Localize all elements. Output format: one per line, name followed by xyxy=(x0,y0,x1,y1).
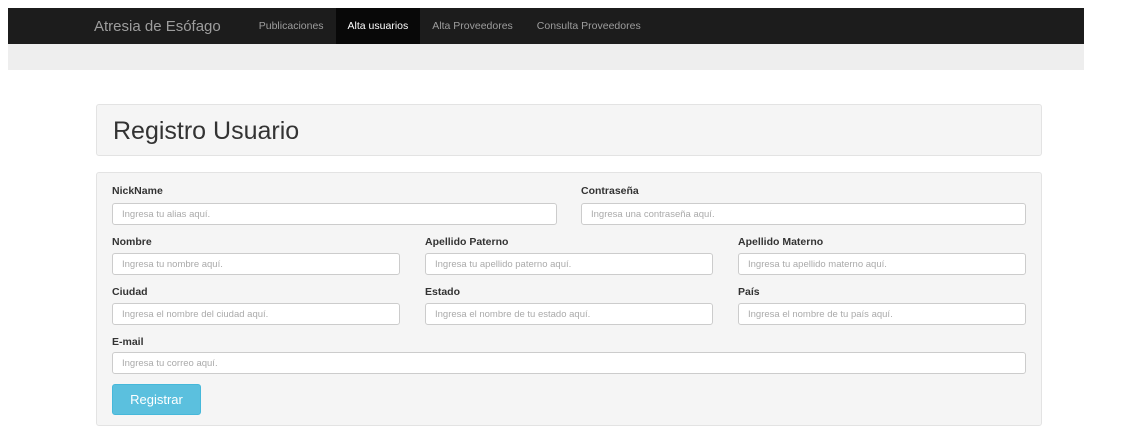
nickname-input[interactable] xyxy=(112,203,557,225)
page-title: Registro Usuario xyxy=(113,117,300,145)
navbar: Atresia de Esófago Publicaciones Alta us… xyxy=(8,8,1084,44)
estado-input[interactable] xyxy=(425,303,713,325)
navbar-brand[interactable]: Atresia de Esófago xyxy=(94,18,221,35)
nickname-label: NickName xyxy=(112,185,163,197)
nav-item-alta-proveedores[interactable]: Alta Proveedores xyxy=(420,8,525,44)
pais-label: País xyxy=(738,286,760,298)
nombre-label: Nombre xyxy=(112,236,152,248)
nav-item-consulta-proveedores[interactable]: Consulta Proveedores xyxy=(525,8,653,44)
navbar-strip xyxy=(8,44,1084,70)
email-label: E-mail xyxy=(112,336,144,348)
password-label: Contraseña xyxy=(581,185,639,197)
apellido-materno-label: Apellido Materno xyxy=(738,236,824,248)
password-input[interactable] xyxy=(581,203,1026,225)
nav-item-alta-usuarios[interactable]: Alta usuarios xyxy=(335,8,421,44)
ciudad-label: Ciudad xyxy=(112,286,148,298)
email-input[interactable] xyxy=(112,352,1026,374)
estado-label: Estado xyxy=(425,286,461,298)
apellido-paterno-label: Apellido Paterno xyxy=(425,236,509,248)
apellido-paterno-input[interactable] xyxy=(425,253,713,275)
apellido-materno-input[interactable] xyxy=(738,253,1026,275)
nav-item-publicaciones[interactable]: Publicaciones xyxy=(247,8,336,44)
pais-input[interactable] xyxy=(738,303,1026,325)
registration-form: NickName Contraseña Nombre Apellido Pate… xyxy=(96,172,1042,426)
nombre-input[interactable] xyxy=(112,253,400,275)
page: Atresia de Esófago Publicaciones Alta us… xyxy=(0,0,1128,432)
page-header: Registro Usuario xyxy=(96,104,1042,156)
registrar-button[interactable]: Registrar xyxy=(112,384,201,415)
ciudad-input[interactable] xyxy=(112,303,400,325)
